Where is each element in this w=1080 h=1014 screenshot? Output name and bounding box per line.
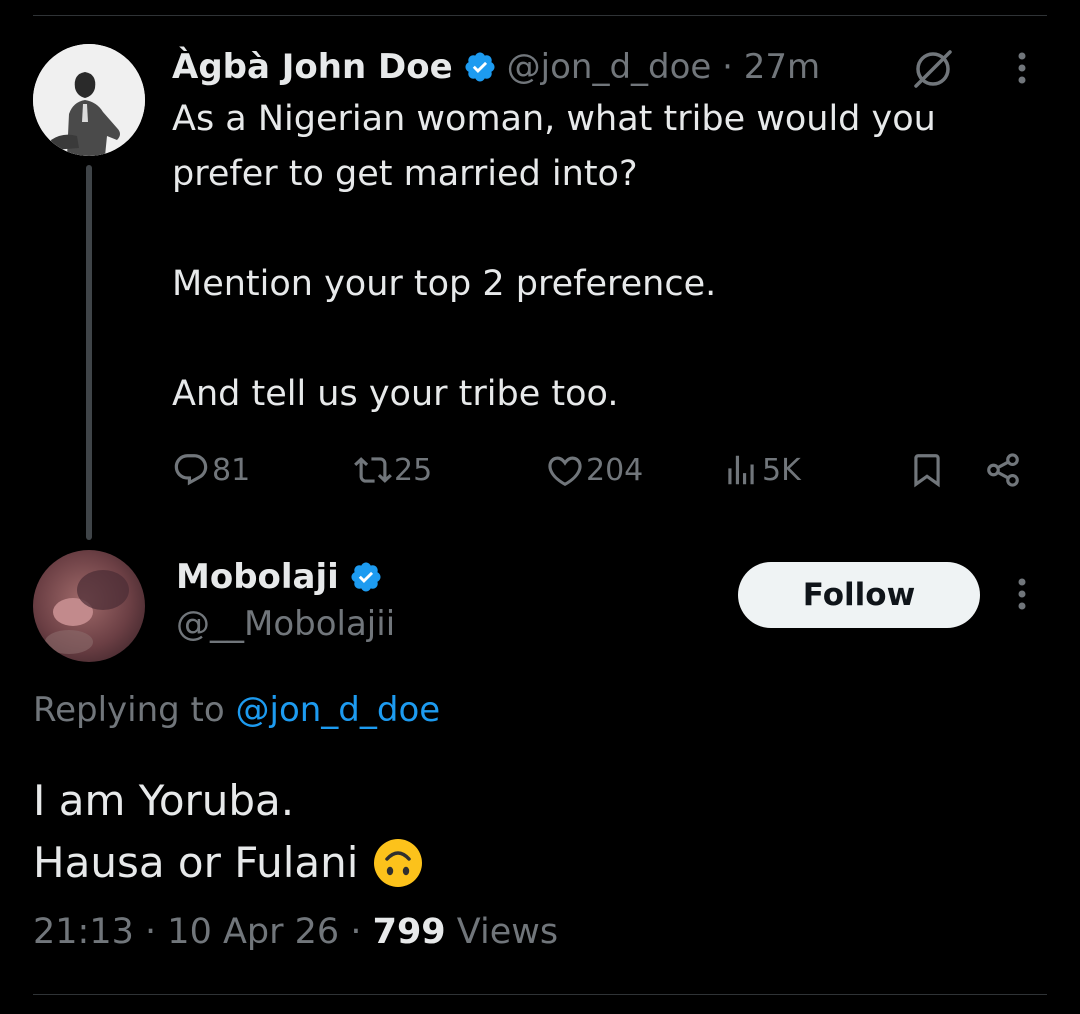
reply-line: Hausa or Fulani [33,832,424,894]
reply-text: I am Yoruba. Hausa or Fulani [33,770,424,894]
upside-down-face-emoji-icon [374,839,423,887]
post-line [172,202,1032,257]
analytics-icon [728,455,754,485]
reply-date[interactable]: 10 Apr 26 [167,912,339,952]
more-options-icon[interactable] [1010,574,1034,614]
reply-line: I am Yoruba. [33,776,295,825]
reply-icon [174,454,208,486]
bottom-divider [33,994,1047,995]
replying-mention-link[interactable]: @jon_d_doe [236,690,441,730]
verified-badge-icon [465,52,495,82]
repost-button[interactable]: 25 [354,446,432,494]
views-button[interactable]: 5K [722,446,801,494]
post-line [172,312,1032,367]
verified-badge-icon [351,562,381,592]
repost-icon [354,457,392,483]
reply-meta: 21:13 · 10 Apr 26 · 799 Views [33,912,559,952]
bookmark-icon [914,454,940,488]
reply-name-row: Mobolaji [176,553,383,601]
like-count: 204 [586,452,644,488]
reply-author-avatar[interactable] [33,550,145,662]
author-avatar[interactable] [33,44,145,156]
share-button[interactable] [984,446,1022,494]
share-icon [987,453,1019,487]
replying-prefix: Replying to [33,690,225,730]
post-actions: 81 25 204 5K [172,446,1032,494]
reply-count: 81 [212,452,251,488]
post-line: As a Nigerian woman, what tribe would yo… [172,99,936,139]
author-name[interactable]: Àgbà John Doe [172,47,453,87]
reply-author-name[interactable]: Mobolaji [176,557,339,597]
thread-connector [86,165,92,540]
reply-views-label: Views [456,912,559,952]
reply-button[interactable]: 81 [172,446,250,494]
post-text: As a Nigerian woman, what tribe would yo… [172,92,1032,422]
bookmark-button[interactable] [908,446,946,494]
post-header: Àgbà John Doe @jon_d_doe · 27m [172,44,820,90]
more-options-icon[interactable] [1010,48,1034,88]
reply-time[interactable]: 21:13 [33,912,134,952]
grok-icon[interactable] [910,46,956,92]
top-divider [33,15,1047,16]
reply-author-handle[interactable]: @__Mobolajii [176,604,395,644]
like-button[interactable]: 204 [546,446,643,494]
views-count: 5K [762,452,801,488]
reply-views-count: 799 [372,912,446,952]
author-handle[interactable]: @jon_d_doe · 27m [507,47,821,87]
follow-button[interactable]: Follow [738,562,980,628]
post-line: Mention your top 2 preference. [172,264,717,304]
post-line: And tell us your tribe too. [172,374,619,414]
replying-to: Replying to @jon_d_doe [33,690,440,730]
post-line: prefer to get married into? [172,154,638,194]
heart-icon [548,456,582,486]
repost-count: 25 [394,452,433,488]
